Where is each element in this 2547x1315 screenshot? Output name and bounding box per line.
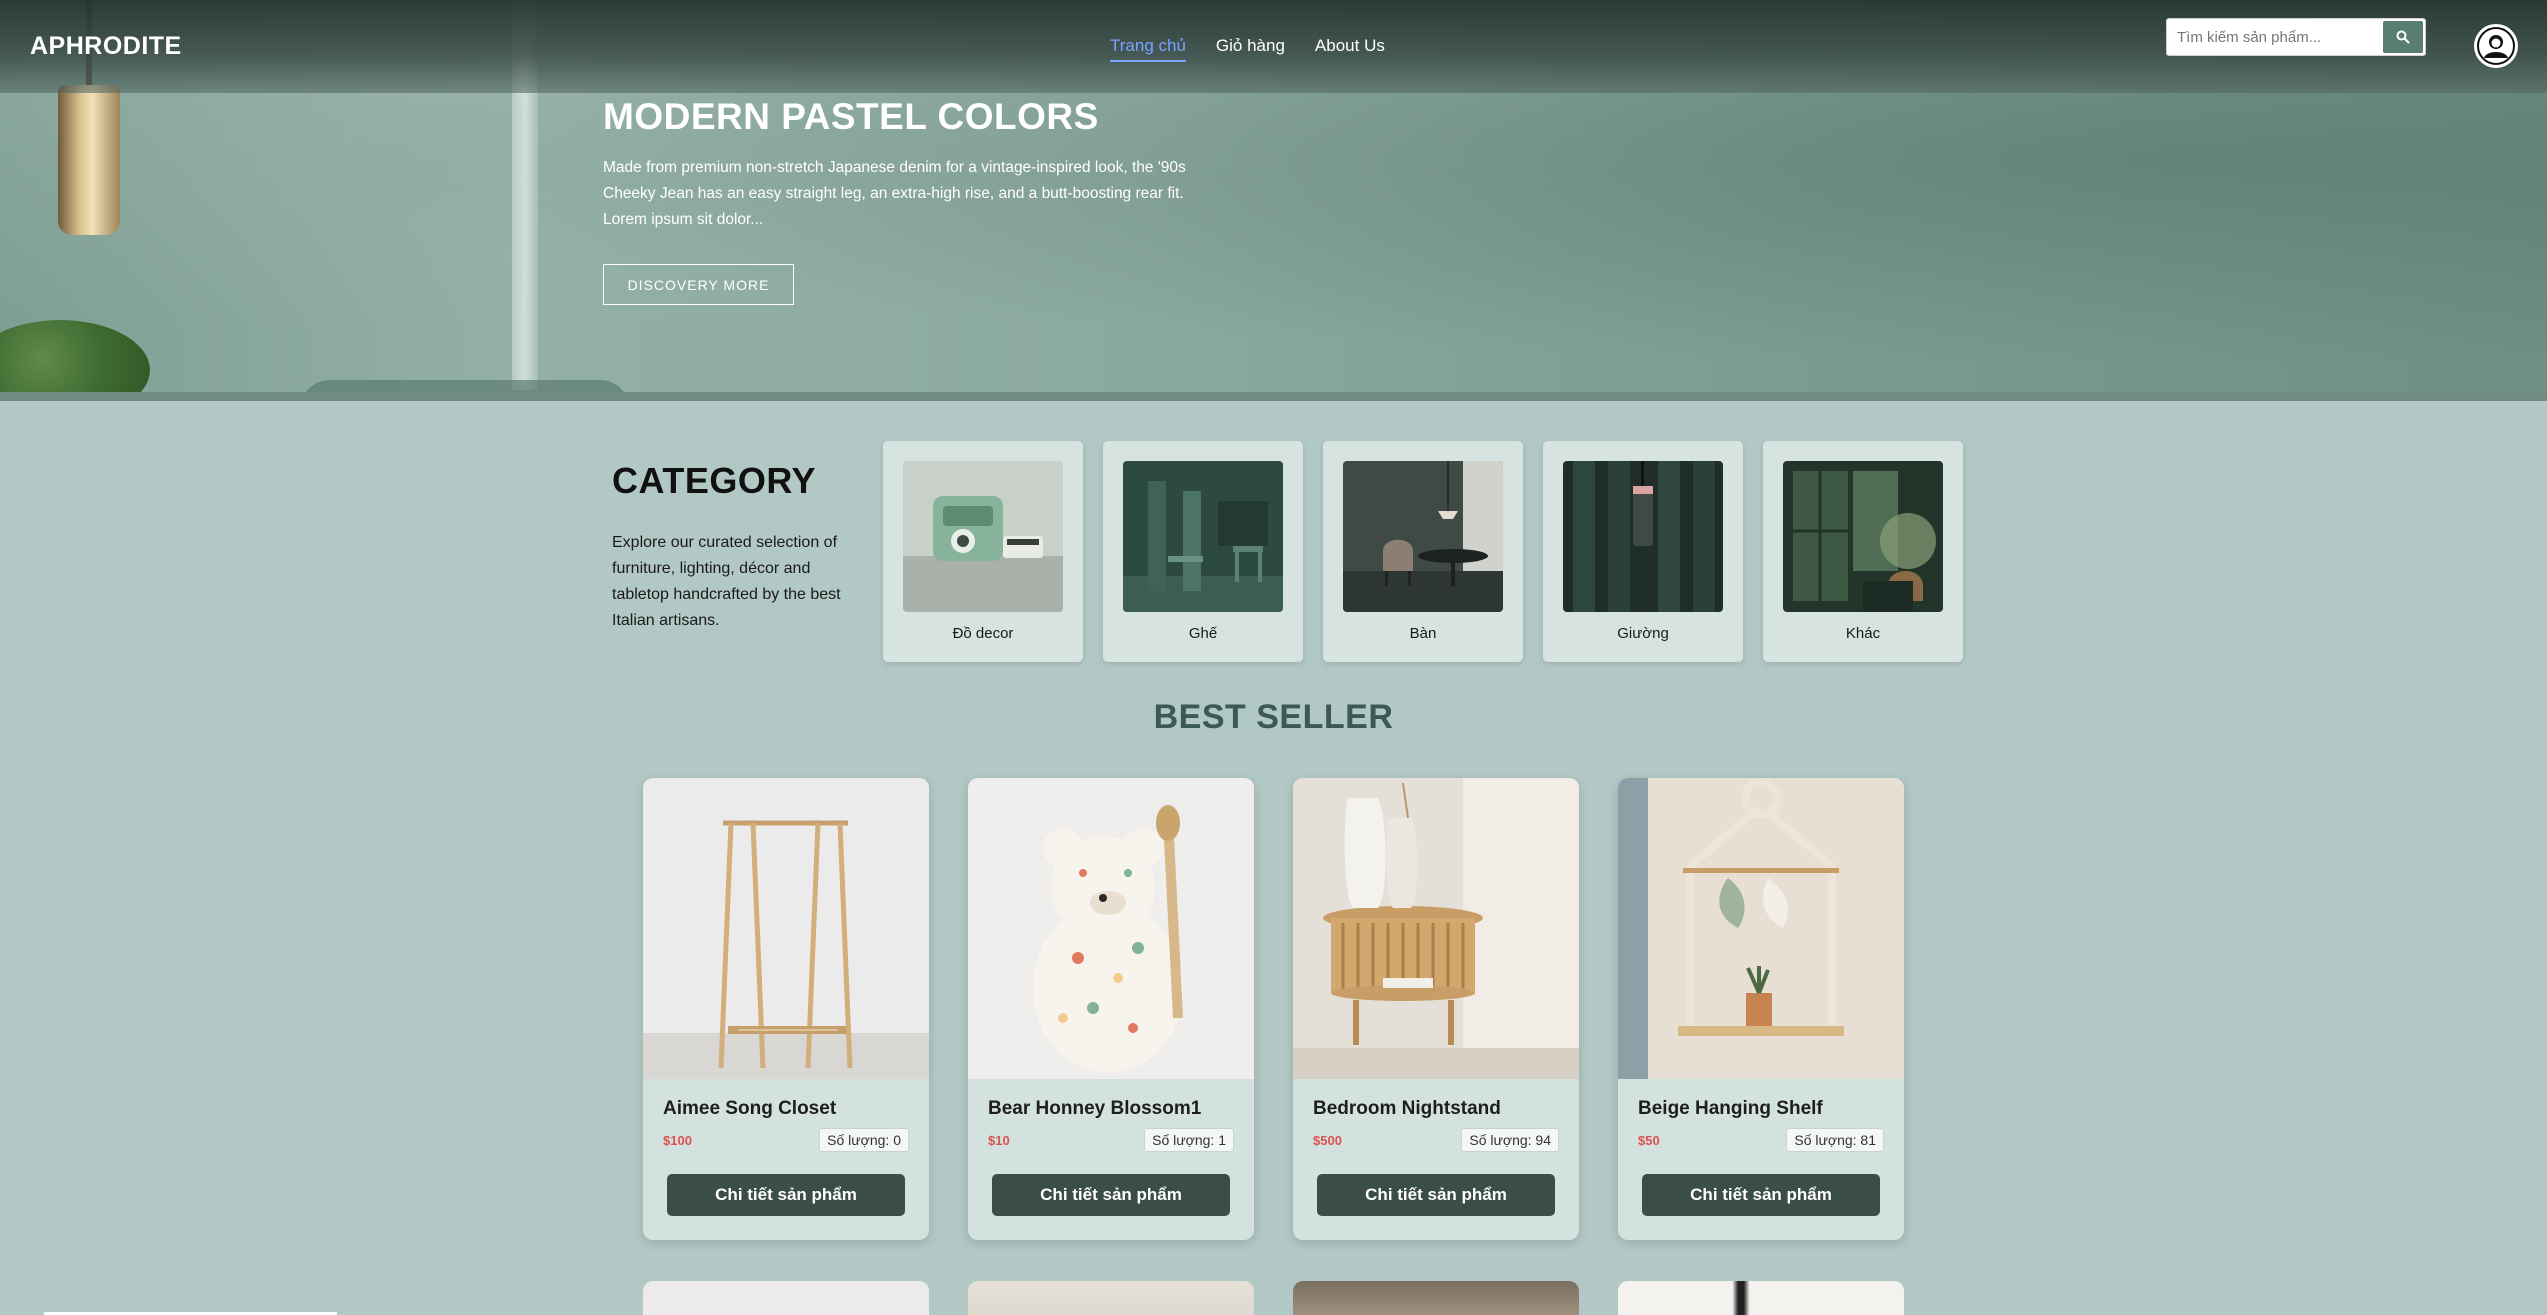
nav-link-cart[interactable]: Giỏ hàng [1216,36,1285,62]
category-label: Ghế [1188,625,1218,642]
category-card-other[interactable]: Khác [1763,441,1963,662]
pendant-lamp-decoration [58,85,120,235]
category-intro: CATEGORY Explore our curated selection o… [612,460,852,634]
user-avatar-icon [2477,27,2515,65]
category-label: Đồ decor [952,625,1014,642]
hero-copy: MODERN PASTEL COLORS Made from premium n… [603,95,1203,233]
product-detail-button[interactable]: Chi tiết sản phẩm [1642,1174,1880,1216]
product-name: Bear Honney Blossom1 [988,1098,1202,1119]
discovery-more-button[interactable]: DISCOVERY MORE [603,264,794,305]
product-price: $500 [1313,1133,1342,1148]
product-card-peek[interactable] [1618,1281,1904,1315]
product-detail-button[interactable]: Chi tiết sản phẩm [667,1174,905,1216]
product-name: Bedroom Nightstand [1313,1098,1501,1119]
category-image-decor [903,461,1063,612]
product-detail-button[interactable]: Chi tiết sản phẩm [1317,1174,1555,1216]
product-price: $50 [1638,1133,1660,1148]
search-button[interactable] [2383,21,2423,53]
hero-title: MODERN PASTEL COLORS [603,96,1099,137]
product-card: Aimee Song Closet $100 Số lượng: 0 Chi t… [643,778,929,1240]
floor-decoration [0,392,2547,401]
product-image-shelf[interactable] [1618,778,1904,1079]
product-image-nightstand[interactable] [1293,778,1579,1079]
nav-links: Trang chủ Giỏ hàng About Us [1110,36,1385,62]
category-label: Khác [1845,625,1881,642]
category-image-bed [1563,461,1723,612]
product-quantity-badge: Số lượng: 94 [1461,1128,1559,1152]
nav-link-home[interactable]: Trang chủ [1110,36,1186,62]
hero-description: Made from premium non-stretch Japanese d… [603,159,1186,228]
product-card: Beige Hanging Shelf $50 Số lượng: 81 Chi… [1618,778,1904,1240]
category-card-bed[interactable]: Giường [1543,441,1743,662]
product-quantity-badge: Số lượng: 81 [1786,1128,1884,1152]
category-label: Bàn [1409,625,1437,642]
product-detail-button[interactable]: Chi tiết sản phẩm [992,1174,1230,1216]
category-card-chair[interactable]: Ghế [1103,441,1303,662]
category-title: CATEGORY [612,460,817,501]
product-card-peek[interactable] [1293,1281,1579,1315]
category-image-table [1343,461,1503,612]
product-card: Bear Honney Blossom1 $10 Số lượng: 1 Chi… [968,778,1254,1240]
category-image-chair [1123,461,1283,612]
product-card-peek[interactable] [968,1281,1254,1315]
product-price: $100 [663,1133,692,1148]
product-image-closet[interactable] [643,778,929,1079]
best-seller-title: BEST SELLER [1153,698,1394,736]
category-label: Giường [1617,625,1669,642]
product-quantity-badge: Số lượng: 1 [1144,1128,1234,1152]
search-icon [2396,30,2410,44]
brand-logo[interactable]: APHRODITE [30,32,182,61]
search-input[interactable] [2167,19,2383,55]
search-box [2166,18,2426,56]
user-avatar[interactable] [2474,24,2518,68]
navbar: APHRODITE Trang chủ Giỏ hàng About Us [0,0,2547,93]
product-card-peek[interactable] [643,1281,929,1315]
nav-link-about[interactable]: About Us [1315,36,1385,62]
product-price: $10 [988,1133,1010,1148]
product-name: Beige Hanging Shelf [1638,1098,1823,1119]
category-card-decor[interactable]: Đồ decor [883,441,1083,662]
product-name: Aimee Song Closet [663,1098,837,1119]
category-image-other [1783,461,1943,612]
product-card: Bedroom Nightstand $500 Số lượng: 94 Chi… [1293,778,1579,1240]
product-quantity-badge: Số lượng: 0 [819,1128,909,1152]
product-image-bear[interactable] [968,778,1254,1079]
category-card-table[interactable]: Bàn [1323,441,1523,662]
category-description: Explore our curated selection of furnitu… [612,534,841,629]
